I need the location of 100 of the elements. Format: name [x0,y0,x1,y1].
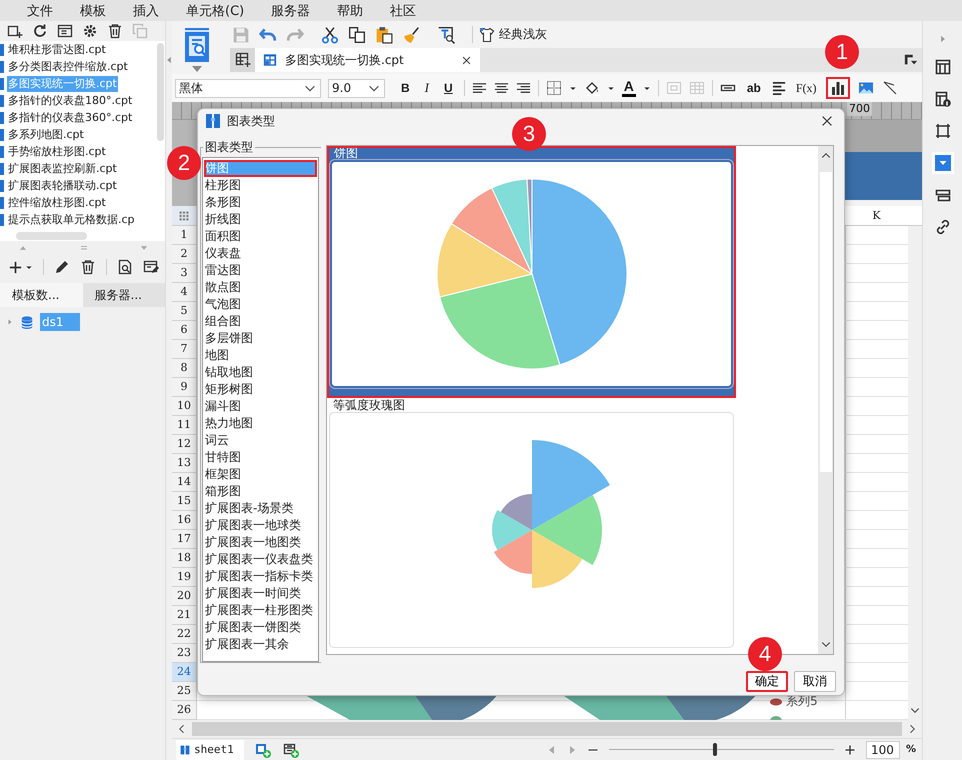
italic-button[interactable]: I [420,80,434,96]
row-header[interactable]: 20 [172,587,196,606]
menu-item[interactable]: 插入 [133,2,159,20]
row-header[interactable]: 5 [172,302,196,321]
chart-type-item[interactable]: 扩展图表一指标卡类 [204,568,317,585]
text-tool-button[interactable]: ab [742,80,765,96]
chart-type-item[interactable]: 条形图 [204,194,317,211]
cancel-button[interactable]: 取消 [794,671,836,692]
scrollbar-thumb[interactable] [192,722,902,736]
row-header[interactable]: 16 [172,511,196,530]
sheet-tab[interactable]: sheet1 [176,740,244,760]
new-sheet-icon[interactable] [234,52,250,68]
brush-icon[interactable] [402,26,420,44]
align-right-icon[interactable] [516,80,531,96]
insert-chart-button[interactable] [826,77,850,99]
row-header[interactable]: 15 [172,492,196,511]
border-icon[interactable] [546,80,562,96]
row-header[interactable]: 12 [172,435,196,454]
gear-icon[interactable] [82,23,98,39]
select-all-icon[interactable] [178,210,190,222]
chart-type-item[interactable]: 扩展图表一饼图类 [204,619,317,636]
new-report-icon[interactable] [184,28,210,62]
add-report-sheet-icon[interactable] [254,742,272,758]
file-item[interactable]: 控件缩放柱形图.cpt [7,194,107,210]
file-item[interactable]: 堆积柱形雷达图.cpt [7,42,107,58]
chart-type-item[interactable]: 柱形图 [204,177,317,194]
file-item[interactable]: 提示点获取单元格数据.cp [7,212,136,228]
close-icon[interactable] [461,54,472,66]
paste-icon[interactable] [375,26,393,44]
edit-table-icon[interactable] [143,259,159,275]
row-header[interactable]: 3 [172,264,196,283]
chart-type-item[interactable]: 钻取地图 [204,364,317,381]
trash-icon[interactable] [80,259,96,275]
menu-item[interactable]: 文件 [27,2,53,20]
formula-button[interactable]: F(x) [794,80,818,96]
chart-type-item[interactable]: 地图 [204,347,317,364]
row-header[interactable]: 10 [172,397,196,416]
chart-type-item[interactable]: 多层饼图 [204,330,317,347]
file-item[interactable]: 扩展图表轮播联动.cpt [7,178,118,194]
file-item[interactable]: 手势缩放柱形图.cpt [7,144,107,160]
chart-type-item[interactable]: 框架图 [204,466,317,483]
menu-item[interactable]: 帮助 [337,2,364,20]
font-select[interactable]: 黑体 [175,78,321,98]
menu-item[interactable]: 社区 [390,2,416,20]
refresh-icon[interactable] [32,23,48,39]
row-header[interactable]: 2 [172,245,196,264]
font-size-select[interactable]: 9.0 [328,78,385,98]
file-item[interactable]: 多系列地图.cpt [7,126,85,142]
scrollbar[interactable] [157,43,164,141]
scrollbar-thumb[interactable] [16,232,87,240]
add-form-sheet-icon[interactable] [282,742,300,758]
document-tab[interactable]: 多图实现统一切换.cpt [255,48,480,72]
row-header[interactable]: 17 [172,530,196,549]
confirm-button[interactable]: 确定 [746,671,788,692]
row-header[interactable]: 1 [172,226,196,245]
row-header[interactable]: 18 [172,549,196,568]
chart-type-item[interactable]: 扩展图表一时间类 [204,585,317,602]
file-item[interactable]: 多指针的仪表盘180°.cpt [7,92,134,108]
line-icon[interactable] [882,80,898,96]
row-header[interactable]: 8 [172,359,196,378]
pencil-icon[interactable] [54,259,70,275]
slider-thumb[interactable] [712,742,717,756]
plus-icon[interactable] [8,260,23,274]
underline-button[interactable]: U [440,80,457,96]
close-icon[interactable] [820,114,834,128]
chart-type-item[interactable]: 热力地图 [204,415,317,432]
trash-icon[interactable] [107,23,123,39]
menu-item[interactable]: 单元格(C) [186,2,244,20]
align-center-icon[interactable] [494,80,509,96]
panel-tab[interactable]: 模板数... [0,283,82,307]
chart-type-item[interactable]: 甘特图 [204,449,317,466]
scrollbar-thumb[interactable] [820,172,832,472]
chart-type-item[interactable]: 雷达图 [204,262,317,279]
chart-type-item[interactable]: 仪表盘 [204,245,317,262]
chart-type-item[interactable]: 扩展图表一地图类 [204,534,317,551]
zoom-in-icon[interactable] [844,744,856,756]
chart-type-item[interactable]: 扩展图表-场景类 [204,500,317,517]
preview-icon[interactable] [437,26,455,44]
merge-cells-icon[interactable] [666,80,682,96]
panel-tab[interactable]: 服务器... [82,283,165,307]
row-header[interactable]: 22 [172,625,196,644]
row-header[interactable]: 19 [172,568,196,587]
chart-type-item[interactable]: 组合图 [204,313,317,330]
row-header[interactable]: 7 [172,340,196,359]
fill-color-icon[interactable] [584,80,600,96]
chart-type-item[interactable]: 词云 [204,432,317,449]
undo-icon[interactable] [259,26,277,44]
row-header[interactable]: 6 [172,321,196,340]
file-item[interactable]: 多分类图表控件缩放.cpt [7,58,129,74]
row-header[interactable]: 4 [172,283,196,302]
font-color-button[interactable]: A [622,79,636,97]
template-icon[interactable] [57,23,73,39]
row-header[interactable]: 13 [172,454,196,473]
row-header[interactable]: 21 [172,606,196,625]
chart-type-item[interactable]: 矩形树图 [204,381,317,398]
chart-type-item[interactable]: 扩展图表一柱形图类 [204,602,317,619]
row-header[interactable]: 11 [172,416,196,435]
row-header[interactable]: 25 [172,682,196,701]
chart-type-item[interactable]: 扩展图表一仪表盘类 [204,551,317,568]
chart-type-item[interactable]: 箱形图 [204,483,317,500]
